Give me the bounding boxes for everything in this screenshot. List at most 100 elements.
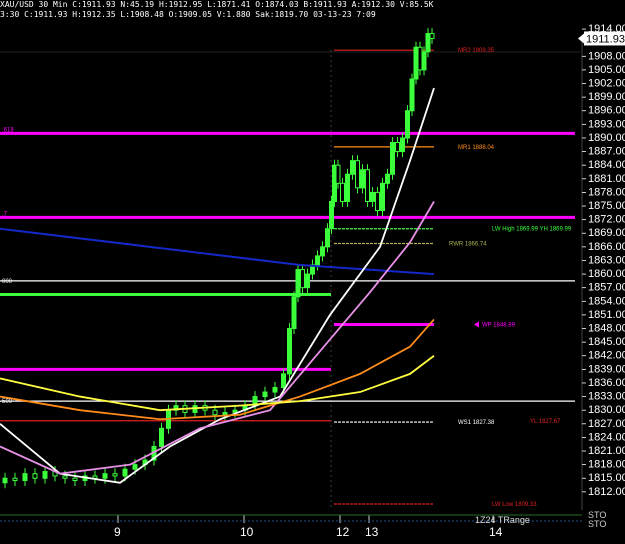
candle-body: [272, 387, 278, 393]
candle-body: [102, 473, 108, 479]
candle-body: [429, 33, 435, 39]
price-tick-label: 1818.00: [588, 459, 625, 471]
level-label-left-618: .618: [2, 127, 14, 133]
level-label-left-7: .7: [2, 211, 8, 217]
wp-marker-icon: [474, 321, 479, 328]
candle-body: [32, 473, 38, 479]
price-tick-label: 1836.00: [588, 377, 625, 389]
candle-body: [300, 269, 305, 289]
price-tick-label: 1893.00: [588, 118, 625, 130]
level-label-mr2: MR2 1909.35: [458, 48, 495, 54]
candle-body: [291, 296, 297, 330]
candle-body: [112, 473, 118, 477]
time-tick-label: 14: [489, 525, 503, 539]
price-tick-label: 1830.00: [588, 404, 625, 416]
candle-body: [315, 255, 320, 266]
candle-body: [320, 246, 325, 257]
candle-body: [295, 269, 301, 298]
level-label-yl: YL 1827.67: [530, 419, 561, 425]
candle-body: [2, 477, 8, 484]
candle-body: [12, 477, 18, 482]
price-tick-label: 1824.00: [588, 431, 625, 443]
price-tick-label: 1827.00: [588, 418, 625, 430]
level-label-mr1: MR1 1888.04: [458, 145, 495, 151]
candle-body: [287, 328, 292, 375]
candle-body: [385, 173, 390, 184]
price-tick-label: 1815.00: [588, 472, 625, 484]
price-tick-label: 1866.00: [588, 241, 625, 253]
level-label-left-500: 500: [2, 399, 13, 405]
price-tick-label: 1899.00: [588, 91, 625, 103]
candle-body: [413, 46, 419, 80]
last-price-arrow: [578, 33, 584, 44]
price-tick-label: 1908.00: [588, 50, 625, 62]
price-tick-label: 1821.00: [588, 445, 625, 457]
price-chart[interactable]: 1812.00 1815.001818.00 1821.00 1824.001827.…: [0, 0, 625, 544]
candle-body: [370, 191, 375, 202]
moving-average-line: [0, 227, 435, 276]
time-axis: 9 10 12 13 141Z24 TRange STOSTO: [0, 510, 606, 539]
price-tick-label: 1902.00: [588, 78, 625, 90]
time-tick-label: 9: [114, 525, 121, 539]
price-tick-label: 1896.00: [588, 105, 625, 117]
time-tick-label: 13: [365, 525, 379, 539]
price-tick-label: 1884.00: [588, 159, 625, 171]
candle-body: [122, 468, 128, 477]
price-tick-label: 1881.00: [588, 173, 625, 185]
time-tick-label: 12: [336, 525, 350, 539]
candle-body: [159, 427, 164, 447]
candle-body: [42, 470, 48, 479]
candle-body: [365, 169, 370, 202]
pivot-levels: [0, 49, 580, 510]
level-label-rwr: RWR 1866.74: [449, 241, 487, 247]
candle-body: [262, 391, 268, 398]
price-tick-label: 1851.00: [588, 309, 625, 321]
price-tick-label: 1812.00: [588, 486, 625, 498]
candle-body: [22, 473, 28, 482]
level-label-lw-low: LW Low 1809.33: [492, 502, 537, 508]
price-tick-label: 1833.00: [588, 391, 625, 403]
candle-body: [281, 373, 286, 388]
candle-body: [62, 475, 68, 479]
candle-body: [222, 411, 228, 416]
candle-body: [335, 164, 341, 184]
candle-body: [405, 110, 410, 139]
candle-body: [360, 169, 365, 189]
range-label: 1Z24 TRange: [475, 515, 530, 525]
price-tick-label: 1869.00: [588, 227, 625, 239]
candle-body: [409, 78, 415, 112]
candle-body: [390, 142, 395, 175]
candle-body: [212, 409, 218, 416]
price-tick-label: 1857.00: [588, 282, 625, 294]
candle-body: [305, 273, 310, 289]
moving-average-line: [0, 201, 435, 475]
candle-body: [375, 191, 380, 212]
level-label-ws1: WS1 1827.38: [458, 420, 495, 426]
price-axis: 1812.00 1815.001818.00 1821.00 1824.001827.…: [578, 23, 625, 510]
price-tick-label: 1887.00: [588, 146, 625, 158]
candle-body: [345, 173, 350, 202]
price-tick-label: 1842.00: [588, 350, 625, 362]
price-tick-label: 1854.00: [588, 295, 625, 307]
time-tick-label: 10: [240, 525, 254, 539]
candle-body: [350, 160, 355, 175]
level-labels: MR2 1909.35 MR1 1888.04 LW High 1869.99 YH…: [2, 48, 572, 508]
level-label-left-000: 000: [2, 279, 13, 285]
candle-body: [421, 51, 427, 71]
candle-body: [132, 464, 138, 470]
candle-body: [72, 477, 78, 482]
price-tick-label: 1839.00: [588, 363, 625, 375]
level-label-lw-high: LW High 1869.99 YH 1869.99: [492, 227, 572, 233]
price-tick-label: 1905.00: [588, 64, 625, 76]
price-tick-label: 1872.00: [588, 214, 625, 226]
price-tick-label: 1845.00: [588, 336, 625, 348]
sto-label: STO: [588, 519, 606, 529]
candle-body: [395, 142, 400, 153]
candle-body: [425, 33, 431, 53]
moving-average-line: [0, 355, 435, 412]
price-tick-label: 1875.00: [588, 200, 625, 212]
level-label-wp: WP 1848.89: [482, 322, 516, 328]
candle-body: [355, 160, 360, 189]
candle-body: [380, 182, 385, 212]
candle-body: [325, 228, 330, 248]
